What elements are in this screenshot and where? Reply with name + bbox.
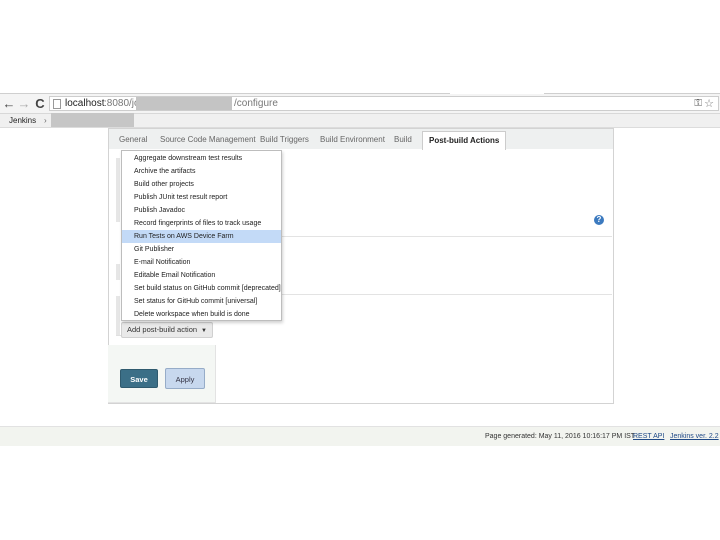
- section-indicator: [116, 158, 120, 222]
- menu-item-record-fingerprints[interactable]: Record fingerprints of files to track us…: [122, 217, 281, 230]
- tab-general[interactable]: General: [119, 129, 147, 149]
- menu-item-aws-device-farm[interactable]: Run Tests on AWS Device Farm: [122, 230, 281, 243]
- page-footer: Page generated: May 11, 2016 10:16:17 PM…: [0, 426, 720, 446]
- forward-arrow-icon[interactable]: →: [17, 94, 31, 113]
- url-host: localhost: [65, 98, 105, 109]
- menu-item-delete-workspace[interactable]: Delete workspace when build is done: [122, 308, 281, 321]
- save-button[interactable]: Save: [120, 369, 158, 388]
- redacted-job-name: [136, 97, 232, 110]
- menu-item-build-other-projects[interactable]: Build other projects: [122, 178, 281, 191]
- tab-build-environment[interactable]: Build Environment: [320, 129, 385, 149]
- tab-build-triggers[interactable]: Build Triggers: [260, 129, 309, 149]
- tab-post-build-actions[interactable]: Post-build Actions: [422, 131, 507, 150]
- back-arrow-icon[interactable]: ←: [2, 94, 16, 113]
- breadcrumb-jenkins[interactable]: Jenkins: [9, 114, 36, 127]
- section-indicator: [116, 296, 120, 336]
- breadcrumb-separator-icon[interactable]: ›: [44, 114, 47, 127]
- redacted-breadcrumb: [51, 113, 134, 127]
- menu-item-publish-javadoc[interactable]: Publish Javadoc: [122, 204, 281, 217]
- section-divider: [282, 294, 612, 295]
- menu-item-email-notification[interactable]: E-mail Notification: [122, 256, 281, 269]
- section-indicator: [116, 264, 120, 280]
- menu-item-git-publisher[interactable]: Git Publisher: [122, 243, 281, 256]
- add-post-build-action-button[interactable]: Add post-build action ▼: [121, 322, 213, 338]
- key-icon[interactable]: ⚿: [694, 98, 702, 109]
- page-icon: [53, 99, 61, 109]
- menu-item-publish-junit[interactable]: Publish JUnit test result report: [122, 191, 281, 204]
- tab-build[interactable]: Build: [394, 129, 412, 149]
- menu-item-github-status-deprecated[interactable]: Set build status on GitHub commit [depre…: [122, 282, 281, 295]
- menu-item-aggregate-test-results[interactable]: Aggregate downstream test results: [122, 152, 281, 165]
- caret-down-icon: ▼: [201, 328, 207, 334]
- jenkins-version-link[interactable]: Jenkins ver. 2.2: [670, 427, 719, 446]
- menu-item-archive-artifacts[interactable]: Archive the artifacts: [122, 165, 281, 178]
- tab-source-code-management[interactable]: Source Code Management: [160, 129, 256, 149]
- rest-api-link[interactable]: REST API: [633, 427, 664, 446]
- address-bar[interactable]: localhost :8080/job/ /configure ⚿ ☆: [49, 96, 719, 111]
- page-generated-text: Page generated: May 11, 2016 10:16:17 PM…: [485, 433, 636, 440]
- help-icon[interactable]: ?: [594, 215, 604, 225]
- add-post-build-action-label: Add post-build action: [127, 325, 198, 334]
- menu-item-github-status-universal[interactable]: Set status for GitHub commit [universal]: [122, 295, 281, 308]
- url-suffix: /configure: [234, 98, 278, 109]
- section-divider: [282, 236, 612, 237]
- post-build-action-menu: Aggregate downstream test results Archiv…: [121, 150, 282, 321]
- menu-item-editable-email[interactable]: Editable Email Notification: [122, 269, 281, 282]
- reload-icon[interactable]: C: [33, 94, 47, 113]
- bookmark-star-icon[interactable]: ☆: [704, 97, 714, 110]
- apply-button[interactable]: Apply: [165, 368, 205, 389]
